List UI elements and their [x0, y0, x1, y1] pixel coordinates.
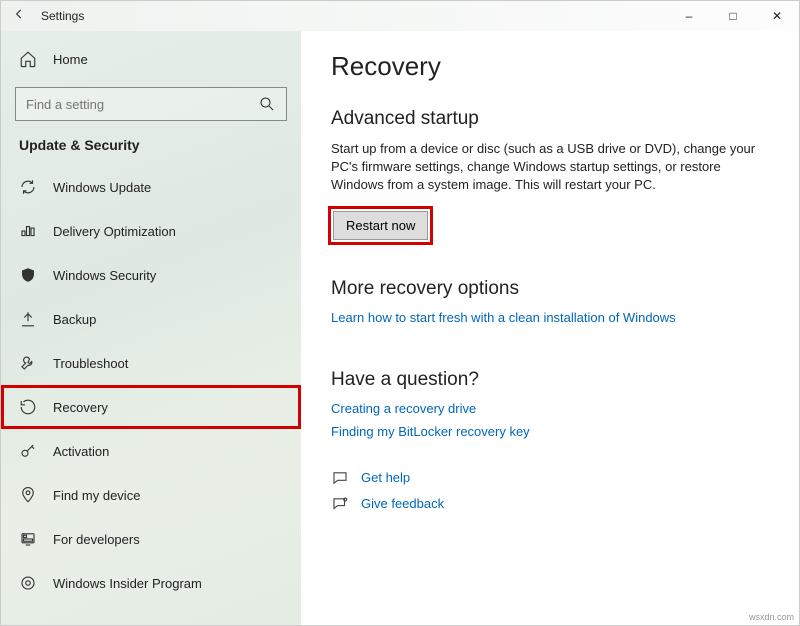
page-title: Recovery: [331, 51, 769, 82]
sidebar-section-title: Update & Security: [1, 131, 301, 165]
more-recovery-section: More recovery options Learn how to start…: [331, 278, 769, 333]
back-button[interactable]: [1, 7, 37, 25]
window-title: Settings: [37, 9, 667, 23]
sidebar-item-label: Activation: [53, 444, 109, 459]
wrench-icon: [19, 354, 37, 372]
start-fresh-link[interactable]: Learn how to start fresh with a clean in…: [331, 310, 676, 325]
help-section: Get help Give feedback: [331, 469, 769, 513]
close-button[interactable]: ✕: [755, 1, 799, 31]
chat-icon: [331, 469, 349, 487]
home-icon: [19, 50, 37, 68]
feedback-link[interactable]: Give feedback: [361, 496, 444, 511]
sidebar-item-troubleshoot[interactable]: Troubleshoot: [1, 341, 301, 385]
sidebar-item-label: Windows Security: [53, 268, 156, 283]
bitlocker-link[interactable]: Finding my BitLocker recovery key: [331, 424, 530, 439]
developer-icon: [19, 530, 37, 548]
search-box[interactable]: [15, 87, 287, 121]
backup-icon: [19, 310, 37, 328]
sidebar-item-label: For developers: [53, 532, 140, 547]
get-help-link[interactable]: Get help: [361, 470, 410, 485]
sidebar-item-backup[interactable]: Backup: [1, 297, 301, 341]
recovery-icon: [19, 398, 37, 416]
more-recovery-heading: More recovery options: [331, 278, 769, 300]
sidebar-home-label: Home: [53, 52, 88, 67]
minimize-button[interactable]: –: [667, 1, 711, 31]
get-help-row[interactable]: Get help: [331, 469, 769, 487]
sidebar-item-find-my-device[interactable]: Find my device: [1, 473, 301, 517]
titlebar: Settings – □ ✕: [1, 1, 799, 31]
restart-now-button[interactable]: Restart now: [333, 211, 428, 240]
watermark: wsxdn.com: [749, 612, 794, 622]
sidebar-item-delivery-optimization[interactable]: Delivery Optimization: [1, 209, 301, 253]
search-icon: [258, 95, 276, 113]
sidebar-home[interactable]: Home: [1, 37, 301, 81]
sidebar-item-label: Windows Update: [53, 180, 151, 195]
sidebar-item-windows-insider[interactable]: Windows Insider Program: [1, 561, 301, 605]
sidebar-item-label: Windows Insider Program: [53, 576, 202, 591]
sync-icon: [19, 178, 37, 196]
question-heading: Have a question?: [331, 369, 769, 391]
search-input[interactable]: [26, 97, 239, 112]
advanced-startup-section: Advanced startup Start up from a device …: [331, 108, 769, 242]
advanced-startup-heading: Advanced startup: [331, 108, 769, 130]
sidebar-item-activation[interactable]: Activation: [1, 429, 301, 473]
advanced-startup-desc: Start up from a device or disc (such as …: [331, 140, 769, 195]
key-icon: [19, 442, 37, 460]
feedback-row[interactable]: Give feedback: [331, 495, 769, 513]
sidebar-item-label: Recovery: [53, 400, 108, 415]
question-section: Have a question? Creating a recovery dri…: [331, 369, 769, 447]
recovery-drive-link[interactable]: Creating a recovery drive: [331, 401, 476, 416]
sidebar-item-recovery[interactable]: Recovery: [1, 385, 301, 429]
sidebar-item-label: Troubleshoot: [53, 356, 128, 371]
sidebar: Home Update & Security Windows Update De…: [1, 31, 301, 625]
sidebar-item-windows-update[interactable]: Windows Update: [1, 165, 301, 209]
optimize-icon: [19, 222, 37, 240]
restart-now-highlight: Restart now: [331, 209, 430, 242]
sidebar-item-label: Delivery Optimization: [53, 224, 176, 239]
feedback-icon: [331, 495, 349, 513]
maximize-button[interactable]: □: [711, 1, 755, 31]
location-icon: [19, 486, 37, 504]
sidebar-item-label: Find my device: [53, 488, 140, 503]
sidebar-item-for-developers[interactable]: For developers: [1, 517, 301, 561]
sidebar-item-windows-security[interactable]: Windows Security: [1, 253, 301, 297]
sidebar-item-label: Backup: [53, 312, 96, 327]
insider-icon: [19, 574, 37, 592]
main-content: Recovery Advanced startup Start up from …: [301, 31, 799, 625]
shield-icon: [19, 266, 37, 284]
